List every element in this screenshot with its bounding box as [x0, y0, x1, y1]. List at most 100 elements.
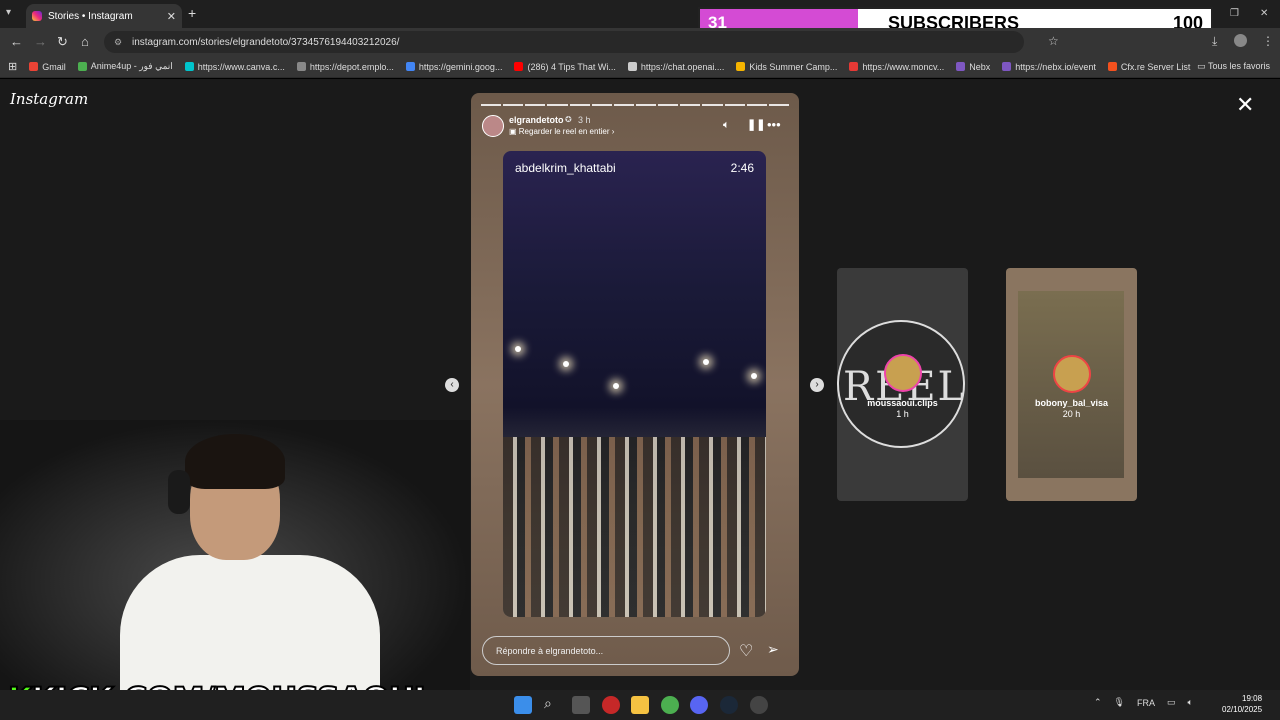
send-icon[interactable]: ➢	[767, 641, 779, 658]
close-window-icon[interactable]: ✕	[1260, 8, 1268, 19]
bookmark-item[interactable]: (286) 4 Tips That Wi...	[514, 62, 616, 72]
restore-window-icon[interactable]: ❐	[1230, 8, 1239, 19]
discord-icon[interactable]	[690, 696, 708, 714]
clock-time: 19:08	[1242, 694, 1263, 703]
watch-full-reel-link[interactable]: ▣ Regarder le reel en entier ›	[509, 127, 614, 136]
more-options-icon[interactable]: •••	[767, 117, 781, 132]
bookmark-item[interactable]: Kids Summer Camp...	[736, 62, 837, 72]
bookmark-item[interactable]: https://www.moncv...	[849, 62, 944, 72]
browser-tab-active[interactable]: Stories • Instagram ✕	[26, 4, 182, 28]
app-icon[interactable]	[750, 696, 768, 714]
avatar[interactable]	[482, 115, 504, 137]
upcoming-story-preview[interactable]: REEL moussaoui.clips 1 h	[837, 268, 968, 501]
forward-icon[interactable]: →	[34, 34, 47, 49]
story-viewer[interactable]: elgrandetoto ✪ 3 h ▣ Regarder le reel en…	[471, 93, 799, 676]
upcoming-story-preview[interactable]: bobony_bal_visa 20 h	[1006, 268, 1137, 501]
browser-menu-icon[interactable]: ⋮	[1262, 34, 1274, 48]
task-view-icon[interactable]	[572, 696, 590, 714]
bookmark-star-icon[interactable]: ☆	[1048, 34, 1059, 48]
story-progress-segment	[724, 104, 745, 106]
close-tab-icon[interactable]: ✕	[167, 10, 176, 23]
bookmark-favicon-icon	[736, 62, 746, 71]
site-info-icon[interactable]: ⚙	[114, 37, 124, 47]
story-progress-segment	[569, 104, 590, 106]
street-light	[613, 383, 619, 389]
previous-story-icon[interactable]: ‹	[445, 378, 459, 392]
instagram-logo[interactable]: Instagram	[10, 90, 88, 108]
reply-input[interactable]: Répondre à elgrandetoto...	[482, 636, 730, 665]
microphone-icon[interactable]: 🎙︎	[1114, 697, 1125, 708]
instagram-favicon-icon	[32, 11, 42, 21]
bookmark-favicon-icon	[514, 62, 524, 71]
reel-icon: ▣	[509, 127, 519, 136]
new-tab-icon[interactable]: +	[188, 5, 196, 21]
tab-search-icon[interactable]: ▾	[6, 7, 11, 18]
bookmark-favicon-icon	[956, 62, 966, 71]
story-time: 3 h	[578, 115, 591, 125]
bookmark-favicon-icon	[77, 62, 87, 71]
apps-grid-icon[interactable]: ⊞	[8, 60, 17, 73]
close-icon[interactable]: ✕	[1236, 92, 1254, 118]
bookmark-label: https://chat.openai....	[640, 61, 725, 72]
bookmark-item[interactable]: https://nebx.io/event	[1002, 62, 1096, 72]
headset-icon	[168, 470, 190, 514]
chevron-up-icon[interactable]: ⌃	[1094, 697, 1102, 708]
bookmark-item[interactable]: https://www.canva.c...	[184, 61, 285, 72]
bookmark-label: Nebx	[969, 61, 991, 72]
reel-author: abdelkrim_khattabi	[515, 161, 616, 175]
story-progress-segment	[613, 104, 634, 106]
home-icon[interactable]: ⌂	[81, 34, 89, 49]
back-icon[interactable]: ←	[10, 34, 23, 49]
bookmark-item[interactable]: https://depot.emplo...	[296, 62, 394, 72]
next-story-icon[interactable]: ›	[810, 378, 824, 392]
bookmark-item[interactable]: https://gemini.goog...	[405, 61, 503, 72]
tab-title: Stories • Instagram	[48, 10, 133, 22]
bookmarks-bar: ⊞ Gmail Anime4up - انمي فور https://www.…	[0, 56, 1280, 78]
clock-date: 02/10/2025	[1222, 705, 1263, 714]
upcoming-time: 20 h	[1062, 409, 1081, 419]
network-icon[interactable]: ▭	[1167, 697, 1176, 708]
story-progress-segment	[525, 104, 546, 106]
streamer-body	[120, 555, 380, 695]
app-icon[interactable]	[602, 696, 620, 714]
all-bookmarks-folder[interactable]: ▭ Tous les favoris	[1197, 61, 1270, 72]
taskbar-clock[interactable]: 19:08 02/10/2025	[1222, 693, 1262, 715]
story-progress-segment	[746, 104, 767, 106]
volume-icon[interactable]: 🔈︎	[723, 119, 730, 132]
file-explorer-icon[interactable]	[631, 696, 649, 714]
bookmark-item[interactable]: Anime4up - انمي فور	[77, 61, 173, 72]
search-icon[interactable]: ⌕	[544, 695, 552, 712]
reload-icon[interactable]: ↻	[57, 34, 68, 50]
avatar	[884, 354, 922, 392]
bookmark-favicon-icon	[1002, 62, 1012, 71]
system-tray: ⌃ 🎙︎ FRA ▭ 🔈︎	[1094, 697, 1193, 708]
pause-icon[interactable]: ❚❚	[747, 118, 765, 131]
heart-icon[interactable]: ♡	[739, 641, 753, 661]
steam-icon[interactable]	[720, 696, 738, 714]
upcoming-username: moussaoui.clips	[867, 398, 938, 408]
bookmark-favicon-icon	[627, 62, 637, 71]
story-progress-segment	[635, 104, 657, 106]
story-username[interactable]: elgrandetoto	[509, 115, 564, 125]
bookmark-item[interactable]: https://chat.openai....	[627, 61, 725, 72]
bookmark-item[interactable]: Cfx.re Server List	[1107, 62, 1190, 72]
downloads-icon[interactable]: ⤓	[1212, 34, 1217, 49]
volume-icon[interactable]: 🔈︎	[1188, 697, 1193, 708]
bookmark-label: Kids Summer Camp...	[749, 61, 838, 72]
bookmark-label: https://www.canva.c...	[197, 61, 285, 72]
all-bookmarks-label: Tous les favoris	[1207, 61, 1270, 71]
language-indicator[interactable]: FRA	[1137, 698, 1155, 708]
start-icon[interactable]	[514, 696, 532, 714]
webcam-overlay	[0, 420, 470, 695]
upcoming-time: 1 h	[896, 409, 909, 419]
reel-video[interactable]: abdelkrim_khattabi 2:46	[503, 151, 766, 617]
bookmark-item[interactable]: Nebx	[956, 62, 990, 72]
bookmark-item[interactable]: Gmail	[29, 62, 66, 72]
profile-avatar[interactable]	[1234, 34, 1247, 47]
bookmark-label: https://gemini.goog...	[418, 61, 503, 72]
chrome-icon[interactable]	[661, 696, 679, 714]
story-progress-segment	[680, 104, 701, 106]
url-field[interactable]: ⚙ instagram.com/stories/elgrandetoto/373…	[104, 31, 1024, 53]
url-text: instagram.com/stories/elgrandetoto/37345…	[132, 36, 400, 48]
crowd-image	[503, 437, 766, 617]
